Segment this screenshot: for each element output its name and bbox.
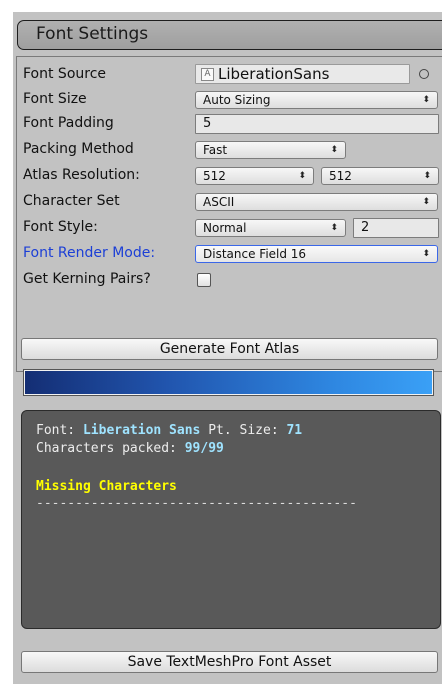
font-info-label: Font: xyxy=(36,423,76,438)
dropdown-arrow-icon: ⬍ xyxy=(422,95,430,105)
font-padding-input[interactable]: 5 xyxy=(195,114,439,134)
characters-packed-value: 99/99 xyxy=(184,441,224,456)
save-font-asset-button[interactable]: Save TextMeshPro Font Asset xyxy=(21,651,438,673)
missing-characters-title: Missing Characters xyxy=(36,479,177,494)
font-settings-header[interactable]: Font Settings xyxy=(17,20,442,50)
atlas-progress-bar xyxy=(23,369,434,396)
font-info-name: Liberation Sans xyxy=(82,423,201,438)
object-picker-icon[interactable] xyxy=(419,69,429,79)
font-padding-value: 5 xyxy=(203,116,212,131)
kerning-row: Get Kerning Pairs? xyxy=(23,269,442,291)
font-render-mode-dropdown[interactable]: Distance Field 16 ⬍ xyxy=(195,245,438,263)
characters-packed-label: Characters packed: xyxy=(36,441,177,456)
font-size-dropdown[interactable]: Auto Sizing ⬍ xyxy=(195,91,438,109)
atlas-height-dropdown[interactable]: 512 ⬍ xyxy=(321,167,439,185)
generation-info-panel: Font: Liberation Sans Pt. Size: 71 Chara… xyxy=(21,410,441,629)
character-set-row: Character Set ASCII ⬍ xyxy=(23,191,442,213)
font-source-field[interactable]: A LiberationSans xyxy=(195,64,410,84)
font-size-label: Font Size xyxy=(23,91,87,107)
font-render-mode-value: Distance Field 16 xyxy=(203,247,307,261)
characters-packed-line: Characters packed: 99/99 xyxy=(36,441,224,456)
font-padding-row: Font Padding 5 xyxy=(23,113,442,135)
font-style-modifier-input[interactable]: 2 xyxy=(353,218,439,238)
character-set-value: ASCII xyxy=(203,195,235,209)
missing-characters-divider: ----------------------------------------… xyxy=(36,496,357,511)
font-render-mode-row: Font Render Mode: Distance Field 16 ⬍ xyxy=(23,243,442,265)
atlas-width-dropdown[interactable]: 512 ⬍ xyxy=(195,167,314,185)
font-style-value: Normal xyxy=(203,221,247,235)
character-set-dropdown[interactable]: ASCII ⬍ xyxy=(195,193,438,211)
font-style-row: Font Style: Normal ⬍ 2 xyxy=(23,217,442,239)
dropdown-arrow-icon: ⬍ xyxy=(330,223,338,233)
font-render-mode-label: Font Render Mode: xyxy=(23,245,156,261)
font-size-row: Font Size Auto Sizing ⬍ xyxy=(23,89,442,111)
font-style-modifier-value: 2 xyxy=(361,220,370,235)
dropdown-arrow-icon: ⬍ xyxy=(422,197,430,207)
font-settings-title: Font Settings xyxy=(36,24,149,44)
dropdown-arrow-icon: ⬍ xyxy=(423,171,431,181)
packing-method-label: Packing Method xyxy=(23,141,134,157)
font-info-line: Font: Liberation Sans Pt. Size: 71 xyxy=(36,423,302,438)
packing-method-dropdown[interactable]: Fast ⬍ xyxy=(195,141,346,159)
font-source-label: Font Source xyxy=(23,66,107,82)
font-source-value: LiberationSans xyxy=(218,65,330,83)
dropdown-arrow-icon: ⬍ xyxy=(298,171,306,181)
dropdown-arrow-icon: ⬍ xyxy=(330,145,338,155)
generate-font-atlas-button[interactable]: Generate Font Atlas xyxy=(21,338,438,360)
dropdown-arrow-icon: ⬍ xyxy=(422,249,430,259)
packing-method-value: Fast xyxy=(203,143,228,157)
atlas-resolution-row: Atlas Resolution: 512 ⬍ 512 ⬍ xyxy=(23,165,442,187)
font-source-row: Font Source A LiberationSans xyxy=(23,64,442,86)
atlas-width-value: 512 xyxy=(203,169,226,183)
font-padding-label: Font Padding xyxy=(23,115,114,131)
font-asset-icon: A xyxy=(201,68,214,81)
packing-method-row: Packing Method Fast ⬍ xyxy=(23,139,442,161)
pt-size-value: 71 xyxy=(286,423,303,438)
character-set-label: Character Set xyxy=(23,193,120,209)
kerning-label: Get Kerning Pairs? xyxy=(23,271,151,287)
atlas-progress-fill xyxy=(25,371,432,394)
atlas-height-value: 512 xyxy=(329,169,352,183)
pt-size-label: Pt. Size: xyxy=(208,423,279,438)
kerning-checkbox[interactable] xyxy=(197,273,211,287)
atlas-resolution-label: Atlas Resolution: xyxy=(23,167,140,183)
font-style-dropdown[interactable]: Normal ⬍ xyxy=(195,219,346,237)
font-style-label: Font Style: xyxy=(23,219,98,235)
font-size-value: Auto Sizing xyxy=(203,93,271,107)
